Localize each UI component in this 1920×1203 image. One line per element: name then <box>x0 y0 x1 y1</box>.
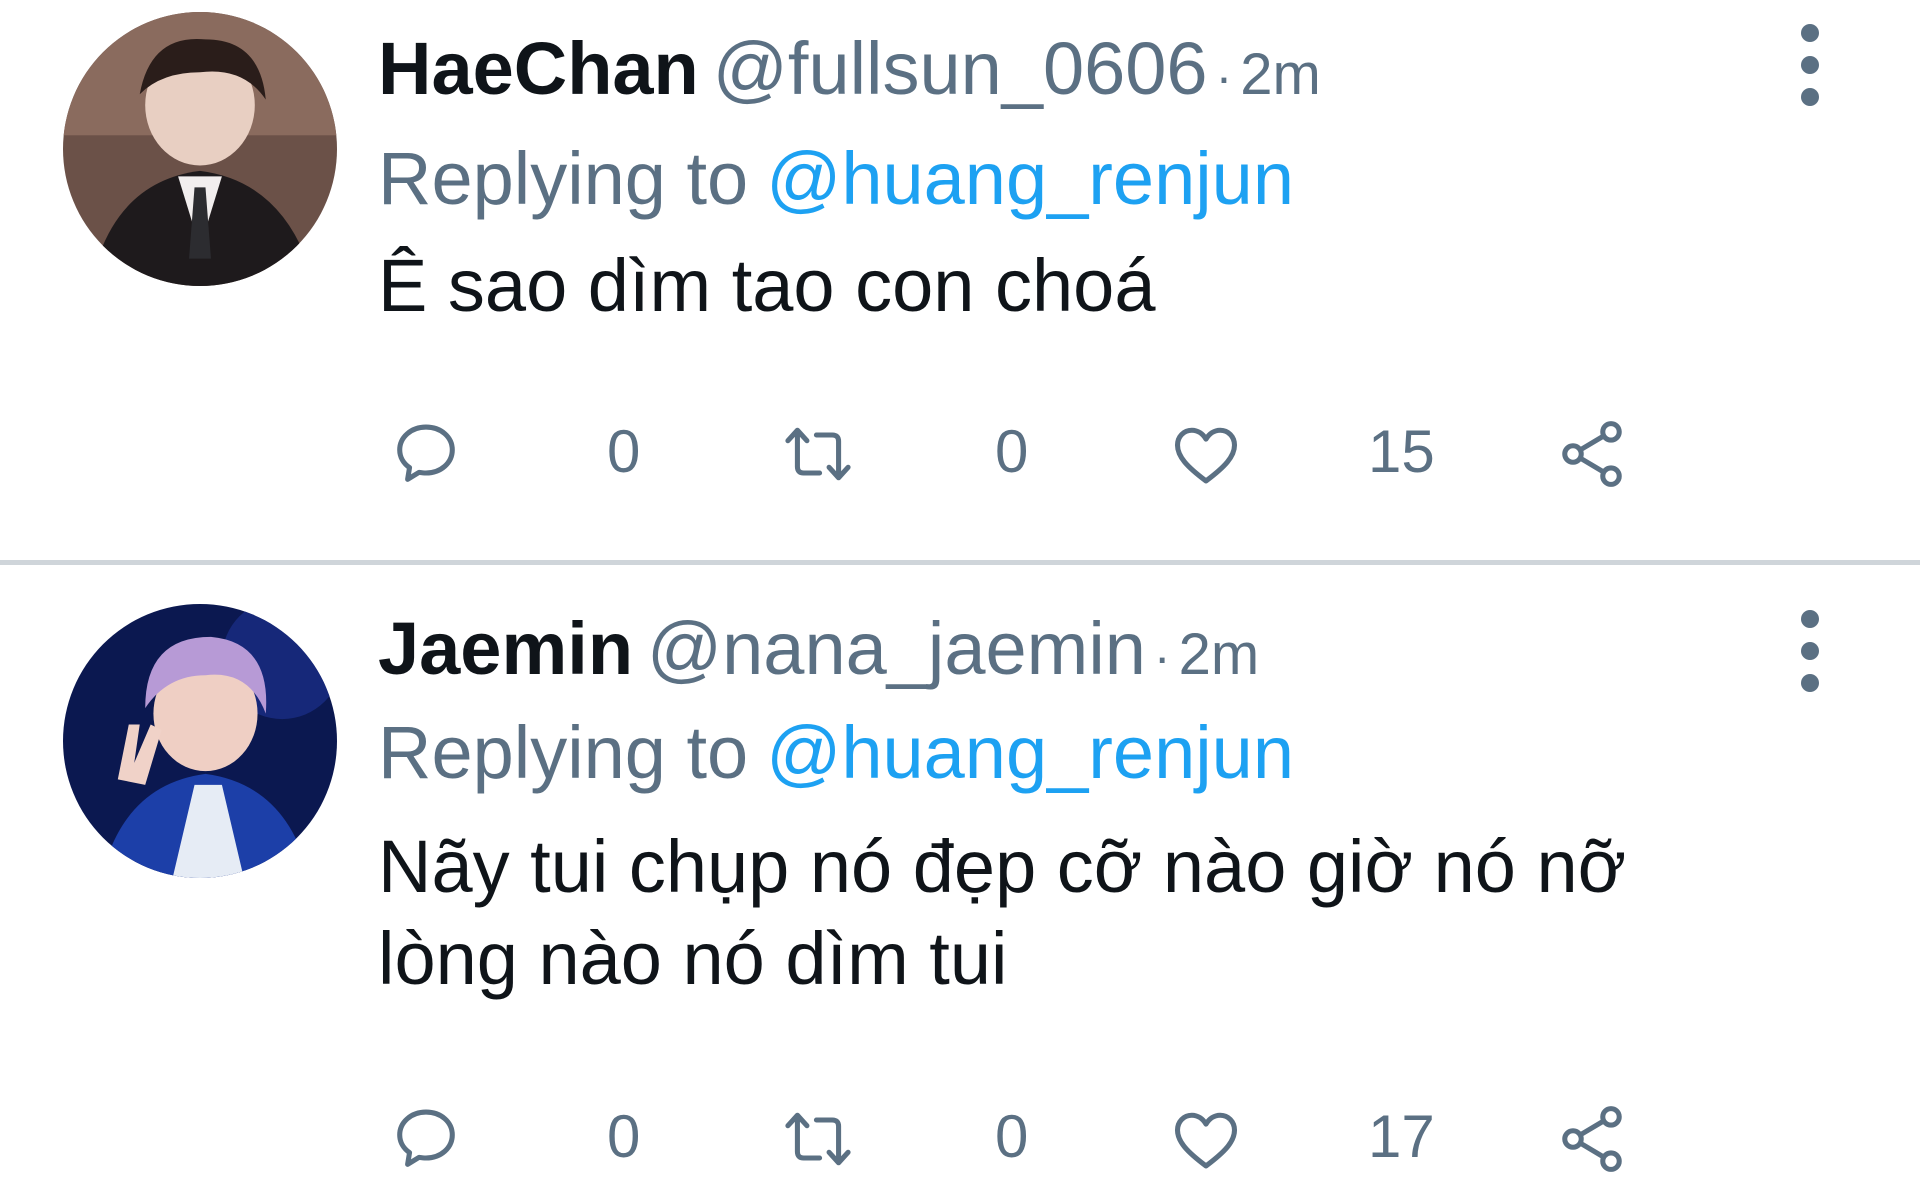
reply-target-link[interactable]: @huang_renjun <box>766 711 1294 794</box>
vertical-ellipsis-icon <box>1782 24 1838 106</box>
retweet-arrows-icon <box>785 1112 851 1166</box>
heart-icon <box>1174 1112 1238 1169</box>
avatar[interactable] <box>63 12 337 286</box>
tweet[interactable]: HaeChan @fullsun_0606 · 2m Replying to @huan… <box>0 0 1920 560</box>
reply-target-link[interactable]: @huang_renjun <box>766 137 1294 220</box>
retweet-arrows-icon <box>785 427 851 481</box>
timestamp[interactable]: 2m <box>1240 42 1321 107</box>
avatar[interactable] <box>63 604 337 878</box>
action-bar: 0 0 17 <box>0 1093 1920 1183</box>
tweet-divider <box>0 560 1920 565</box>
more-options-button[interactable] <box>1782 610 1838 694</box>
display-name[interactable]: HaeChan <box>378 27 699 110</box>
user-handle[interactable]: @fullsun_0606 <box>713 27 1208 110</box>
tweet-header: Jaemin @nana_jaemin · 2m <box>378 612 1259 686</box>
more-options-button[interactable] <box>1782 24 1838 108</box>
tweet-text: Nãy tui chụp nó đẹp cỡ nào giờ nó nỡ lòn… <box>378 825 1627 1000</box>
like-count: 17 <box>1368 1103 1435 1170</box>
display-name[interactable]: Jaemin <box>378 607 633 690</box>
share-nodes-icon <box>1562 421 1622 487</box>
tweet-text: Ê sao dìm tao con choá <box>378 244 1156 327</box>
tweet-header: HaeChan @fullsun_0606 · 2m <box>378 32 1321 106</box>
separator-dot: · <box>1153 629 1171 685</box>
timestamp[interactable]: 2m <box>1179 622 1260 687</box>
action-bar: 0 0 15 <box>0 408 1920 498</box>
speech-bubble-icon <box>397 424 455 482</box>
share-nodes-icon <box>1562 1106 1622 1172</box>
retweet-count: 0 <box>995 418 1029 485</box>
replying-to-label: Replying to <box>378 137 749 220</box>
reply-count: 0 <box>607 1103 641 1170</box>
vertical-ellipsis-icon <box>1782 610 1838 692</box>
like-count: 15 <box>1368 418 1435 485</box>
retweet-count: 0 <box>995 1103 1029 1170</box>
tweet[interactable]: Jaemin @nana_jaemin · 2m Replying to @huang_… <box>0 566 1920 1203</box>
replying-to: Replying to @huang_renjun <box>378 716 1294 790</box>
speech-bubble-icon <box>397 1109 455 1167</box>
reply-count: 0 <box>607 418 641 485</box>
separator-dot: · <box>1215 49 1233 105</box>
replying-to: Replying to @huang_renjun <box>378 142 1294 216</box>
user-handle[interactable]: @nana_jaemin <box>647 607 1146 690</box>
replying-to-label: Replying to <box>378 711 749 794</box>
heart-icon <box>1174 427 1238 484</box>
